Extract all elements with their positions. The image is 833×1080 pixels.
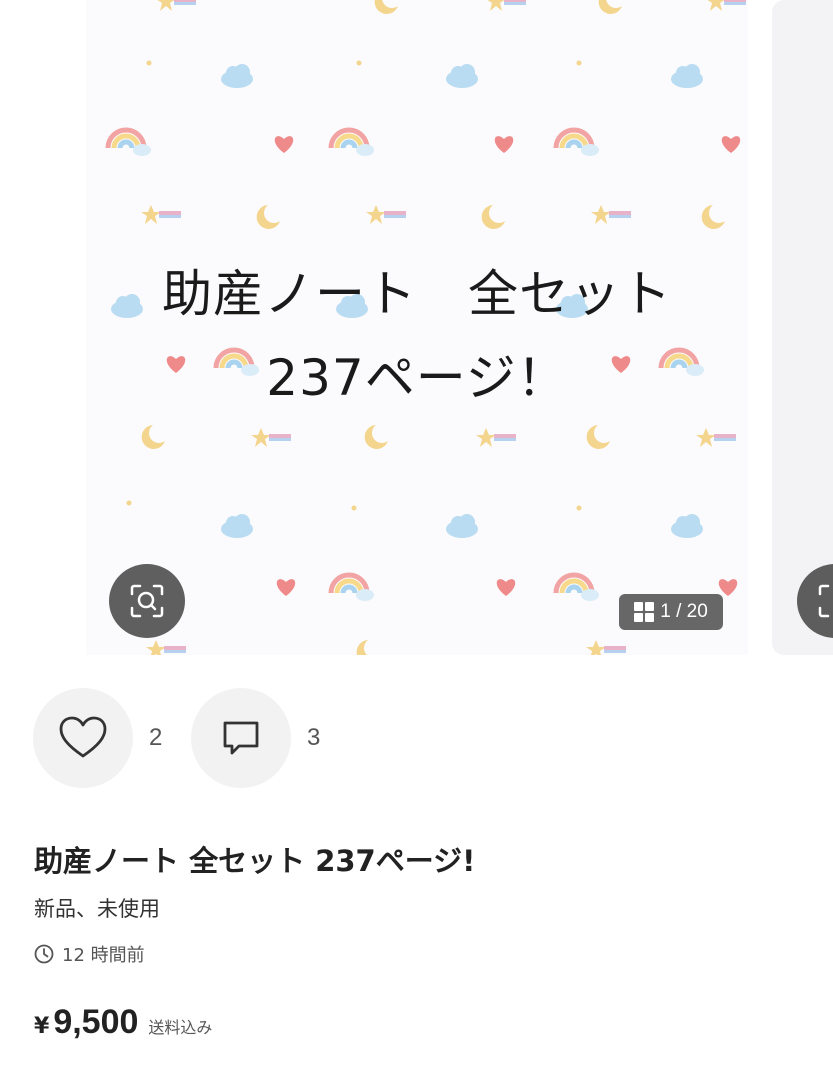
comment-count: 3 — [307, 724, 321, 751]
posted-time: 12 時間前 — [34, 941, 145, 967]
product-image[interactable]: 助産ノート 全セット 237ページ！ — [86, 0, 748, 655]
price: ¥ 9,500 送料込み — [34, 1003, 212, 1042]
like-button[interactable] — [33, 688, 133, 788]
slide-title-line2: 237ページ！ — [266, 349, 568, 407]
currency-symbol: ¥ — [34, 1014, 50, 1039]
scan-search-icon — [130, 584, 164, 618]
item-condition: 新品、未使用 — [34, 897, 160, 921]
action-bar: 2 3 — [33, 688, 349, 788]
grid-icon — [634, 602, 655, 622]
item-title: 助産ノート 全セット 237ページ! — [34, 844, 476, 878]
image-carousel[interactable]: 助産ノート 全セット 237ページ！ 1 / 20 — [0, 0, 833, 655]
slide-title-line1: 助産ノート 全セット — [162, 265, 672, 323]
scan-search-icon — [818, 584, 830, 618]
next-slide-preview[interactable] — [772, 0, 833, 655]
comment-button[interactable] — [191, 688, 291, 788]
clock-icon — [34, 944, 54, 964]
like-count: 2 — [149, 724, 163, 751]
heart-icon — [59, 716, 107, 758]
image-counter[interactable]: 1 / 20 — [619, 594, 723, 630]
pattern-background — [86, 0, 746, 655]
price-amount: 9,500 — [53, 1003, 139, 1041]
posted-time-text: 12 時間前 — [62, 945, 145, 966]
shipping-note: 送料込み — [148, 1018, 213, 1037]
image-search-button[interactable] — [109, 564, 185, 638]
comment-icon — [223, 721, 259, 755]
image-counter-text: 1 / 20 — [660, 601, 708, 622]
